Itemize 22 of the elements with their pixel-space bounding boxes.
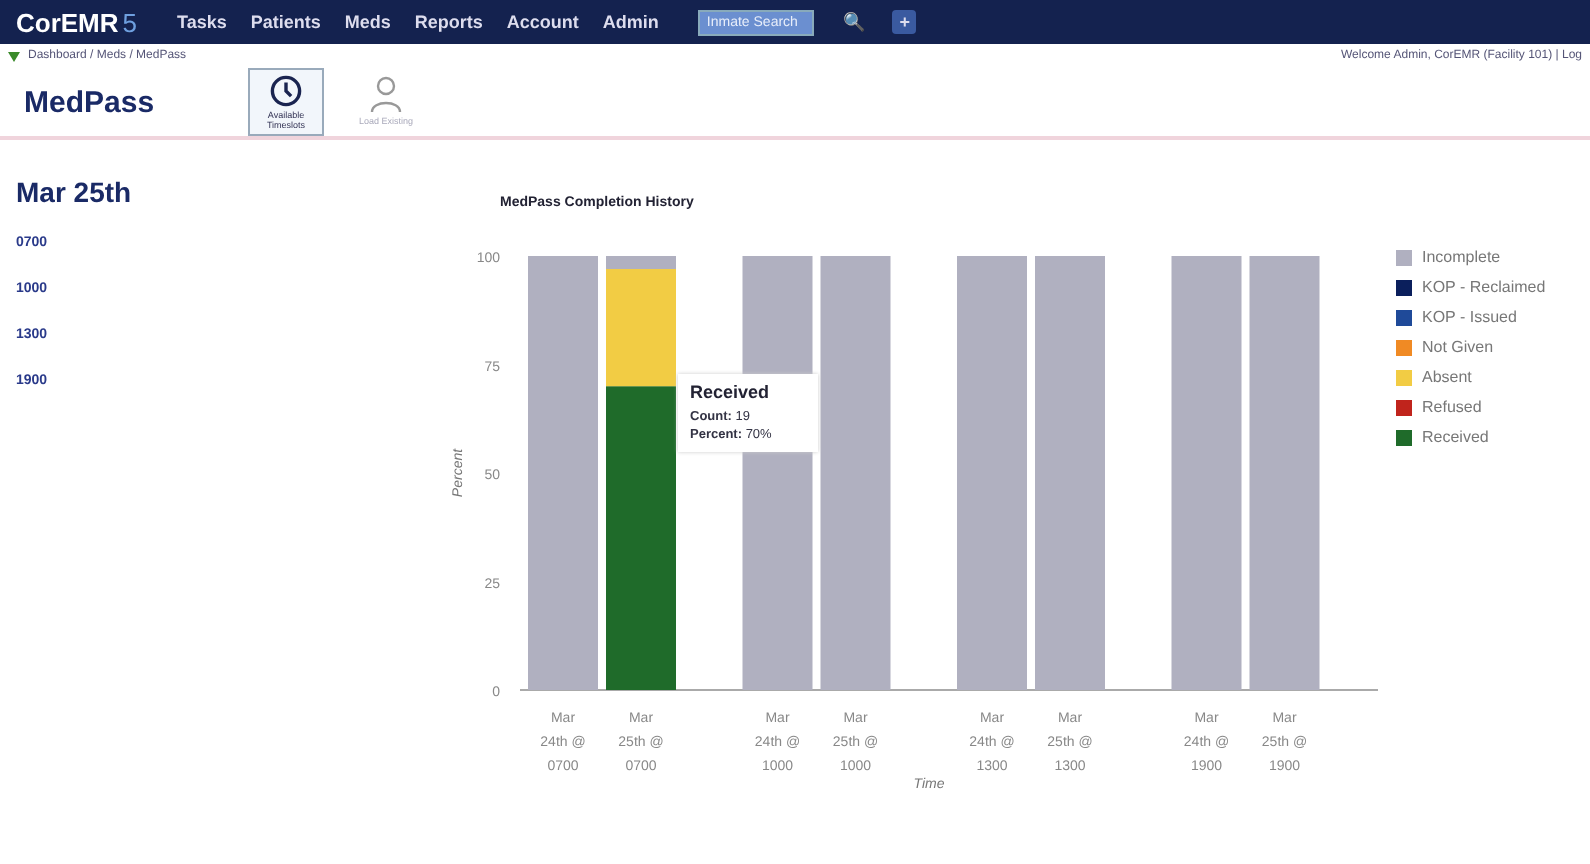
legend-label: Refused xyxy=(1422,398,1482,416)
add-button[interactable]: + xyxy=(892,10,917,34)
menu-item[interactable]: Meds xyxy=(344,12,391,32)
menu-item[interactable]: Admin xyxy=(602,12,659,32)
person-icon xyxy=(366,74,406,114)
legend-label: Received xyxy=(1422,428,1489,446)
legend-label: Absent xyxy=(1422,368,1472,386)
menu-item[interactable]: Tasks xyxy=(177,12,227,32)
date-heading: Mar 25th xyxy=(16,176,134,208)
menu-item[interactable]: Reports xyxy=(414,12,483,32)
leaf-icon xyxy=(8,50,20,62)
page-title: MedPass xyxy=(24,85,157,119)
legend-label: KOP - Reclaimed xyxy=(1422,278,1546,296)
tooltip-title: Received xyxy=(690,381,772,402)
legend-label: KOP - Issued xyxy=(1422,308,1517,326)
legend-label: Not Given xyxy=(1422,338,1494,356)
app-logo[interactable]: CorEMR5 xyxy=(16,7,138,37)
legend-label: Incomplete xyxy=(1422,248,1501,266)
menu-item[interactable]: Patients xyxy=(250,12,321,32)
clock-icon xyxy=(266,74,306,108)
search-button[interactable]: 🔍 xyxy=(838,10,869,34)
menu-item[interactable]: Account xyxy=(506,12,579,32)
